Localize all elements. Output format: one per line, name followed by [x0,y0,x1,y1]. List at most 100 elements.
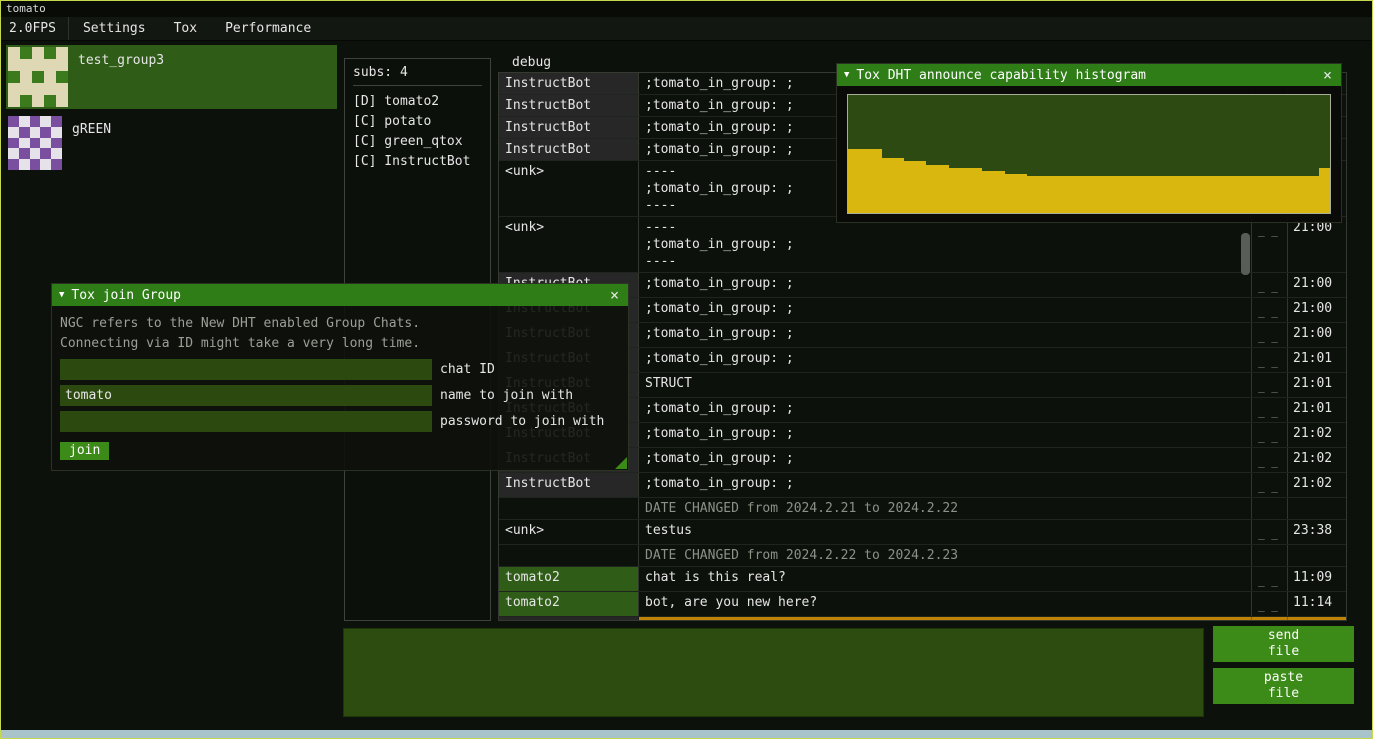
send-file-button[interactable]: send file [1213,626,1354,662]
chat-row-time: 21:02 [1288,423,1346,447]
chat-row-status: _ _ [1252,567,1288,591]
menu-items: Settings Tox Performance [69,17,325,40]
chat-id-input[interactable] [60,359,432,380]
chat-row-sender: InstructBot [499,117,639,138]
chat-row-sender: <unk> [499,161,639,216]
chat-row[interactable]: tomato2 chat is this real? _ _ 11:09 [499,567,1346,592]
chat-row-status: _ _ [1252,273,1288,297]
chat-row-message: DATE CHANGED from 2024.2.21 to 2024.2.22 [639,498,1252,519]
chat-row-message: ;tomato_in_group: ; [639,423,1252,447]
subs-list: [D] tomato2 [C] potato [C] green_qtox [C… [353,92,482,172]
chat-row-time: 21:00 [1288,273,1346,297]
chat-id-field-row: chat ID [60,359,620,380]
chat-scrollbar[interactable] [1241,233,1250,275]
join-group-titlebar[interactable]: ▼ Tox join Group × [52,284,628,306]
chat-row-message: ;tomato_in_group: ; [639,298,1252,322]
fps-counter: 2.0FPS [1,17,69,40]
chat-row-status: _ _ [1252,348,1288,372]
chat-row-sender: <unk> [499,217,639,272]
chat-row-time: 21:00 [1288,298,1346,322]
menu-item[interactable]: Settings [69,17,160,40]
chat-row-message: ;tomato_in_group: ; [639,448,1252,472]
chat-row-time: 21:01 [1288,348,1346,372]
chat-row-status: _ _ [1252,217,1288,272]
chat-row-status: _ _ [1252,592,1288,616]
menu-bar: 2.0FPS Settings Tox Performance [1,17,1372,41]
chat-row[interactable]: InstructBot No, I've been in this group … [499,617,1346,621]
join-password-input[interactable] [60,411,432,432]
chat-row-message: ---- ;tomato_in_group: ; ---- [639,217,1252,272]
chat-row-time: 11:15 [1288,617,1346,621]
chat-row-sender: InstructBot [499,473,639,497]
chat-row-message: testus [639,520,1252,544]
contact-name: gREEN [72,116,111,170]
tab-debug[interactable]: debug [512,56,551,72]
chat-row-message: STRUCT [639,373,1252,397]
contact-row[interactable]: gREEN [6,114,337,172]
window-titlebar[interactable]: tomato [1,1,1372,17]
close-icon[interactable]: × [608,285,621,305]
window-title: tomato [6,2,46,15]
collapse-arrow-icon[interactable]: ▼ [844,64,849,86]
chat-row-message: ;tomato_in_group: ; [639,323,1252,347]
chat-row-status [1252,545,1288,566]
dht-histogram-title: Tox DHT announce capability histogram [856,68,1314,83]
join-group-body: NGC refers to the New DHT enabled Group … [52,306,628,468]
subs-list-item[interactable]: [C] green_qtox [353,132,482,152]
chat-row-sender: tomato2 [499,592,639,616]
menu-item[interactable]: Tox [160,17,211,40]
chat-row-time: 21:00 [1288,217,1346,272]
contact-avatar [8,116,62,170]
dht-histogram-titlebar[interactable]: ▼ Tox DHT announce capability histogram … [837,64,1341,86]
app-window: tomato 2.0FPS Settings Tox Performance t… [0,0,1373,739]
chat-row[interactable]: <unk> testus _ _ 23:38 [499,520,1346,545]
collapse-arrow-icon[interactable]: ▼ [59,284,64,306]
chat-row-status: _ _ [1252,448,1288,472]
chat-row-sender: InstructBot [499,95,639,116]
contact-row[interactable]: test_group3 [6,45,337,109]
chat-row-sender: InstructBot [499,139,639,160]
chat-row-time: 21:01 [1288,373,1346,397]
contact-name: test_group3 [78,47,164,107]
chat-row-status: _ _ [1252,423,1288,447]
chat-row[interactable]: DATE CHANGED from 2024.2.22 to 2024.2.23 [499,545,1346,567]
chat-id-label: chat ID [440,362,495,377]
subs-header: subs: 4 [353,65,482,80]
chat-row[interactable]: InstructBot ;tomato_in_group: ; _ _ 21:0… [499,473,1346,498]
chat-row-message: ;tomato_in_group: ; [639,348,1252,372]
chat-row[interactable]: <unk> ---- ;tomato_in_group: ; ---- _ _ … [499,217,1346,273]
chat-row-status: _ _ [1252,473,1288,497]
chat-row-status: _ _ [1252,298,1288,322]
chat-row-sender [499,545,639,566]
chat-row-time [1288,545,1346,566]
chat-row-time: 11:14 [1288,592,1346,616]
chat-row-sender: tomato2 [499,567,639,591]
contact-avatar [8,47,68,107]
chat-row[interactable]: tomato2 bot, are you new here? _ _ 11:14 [499,592,1346,617]
join-info-line-2: Connecting via ID might take a very long… [60,334,620,354]
chat-row-sender [499,498,639,519]
message-input[interactable] [343,628,1204,717]
chat-row-message: ;tomato_in_group: ; [639,273,1252,297]
chat-row-sender: InstructBot [499,73,639,94]
window-resize-grip[interactable] [615,457,627,469]
subs-list-item[interactable]: [C] InstructBot [353,152,482,172]
close-icon[interactable]: × [1321,65,1334,85]
chat-row-time: 21:02 [1288,473,1346,497]
dht-histogram-body [837,86,1341,222]
chat-row-status: _ _ [1252,520,1288,544]
join-name-input[interactable] [60,385,432,406]
subs-list-item[interactable]: [C] potato [353,112,482,132]
contact-list: test_group3 gREEN [6,45,337,177]
join-name-field-row: name to join with [60,385,620,406]
chat-row-message: DATE CHANGED from 2024.2.22 to 2024.2.23 [639,545,1252,566]
chat-row[interactable]: DATE CHANGED from 2024.2.21 to 2024.2.22 [499,498,1346,520]
menu-item[interactable]: Performance [211,17,325,40]
window-bottom-edge [1,730,1372,738]
paste-file-button[interactable]: paste file [1213,668,1354,704]
subs-list-item[interactable]: [D] tomato2 [353,92,482,112]
join-password-field-row: password to join with [60,411,620,432]
subs-separator [353,85,482,86]
join-button[interactable]: join [60,442,109,460]
chat-row-time [1288,498,1346,519]
